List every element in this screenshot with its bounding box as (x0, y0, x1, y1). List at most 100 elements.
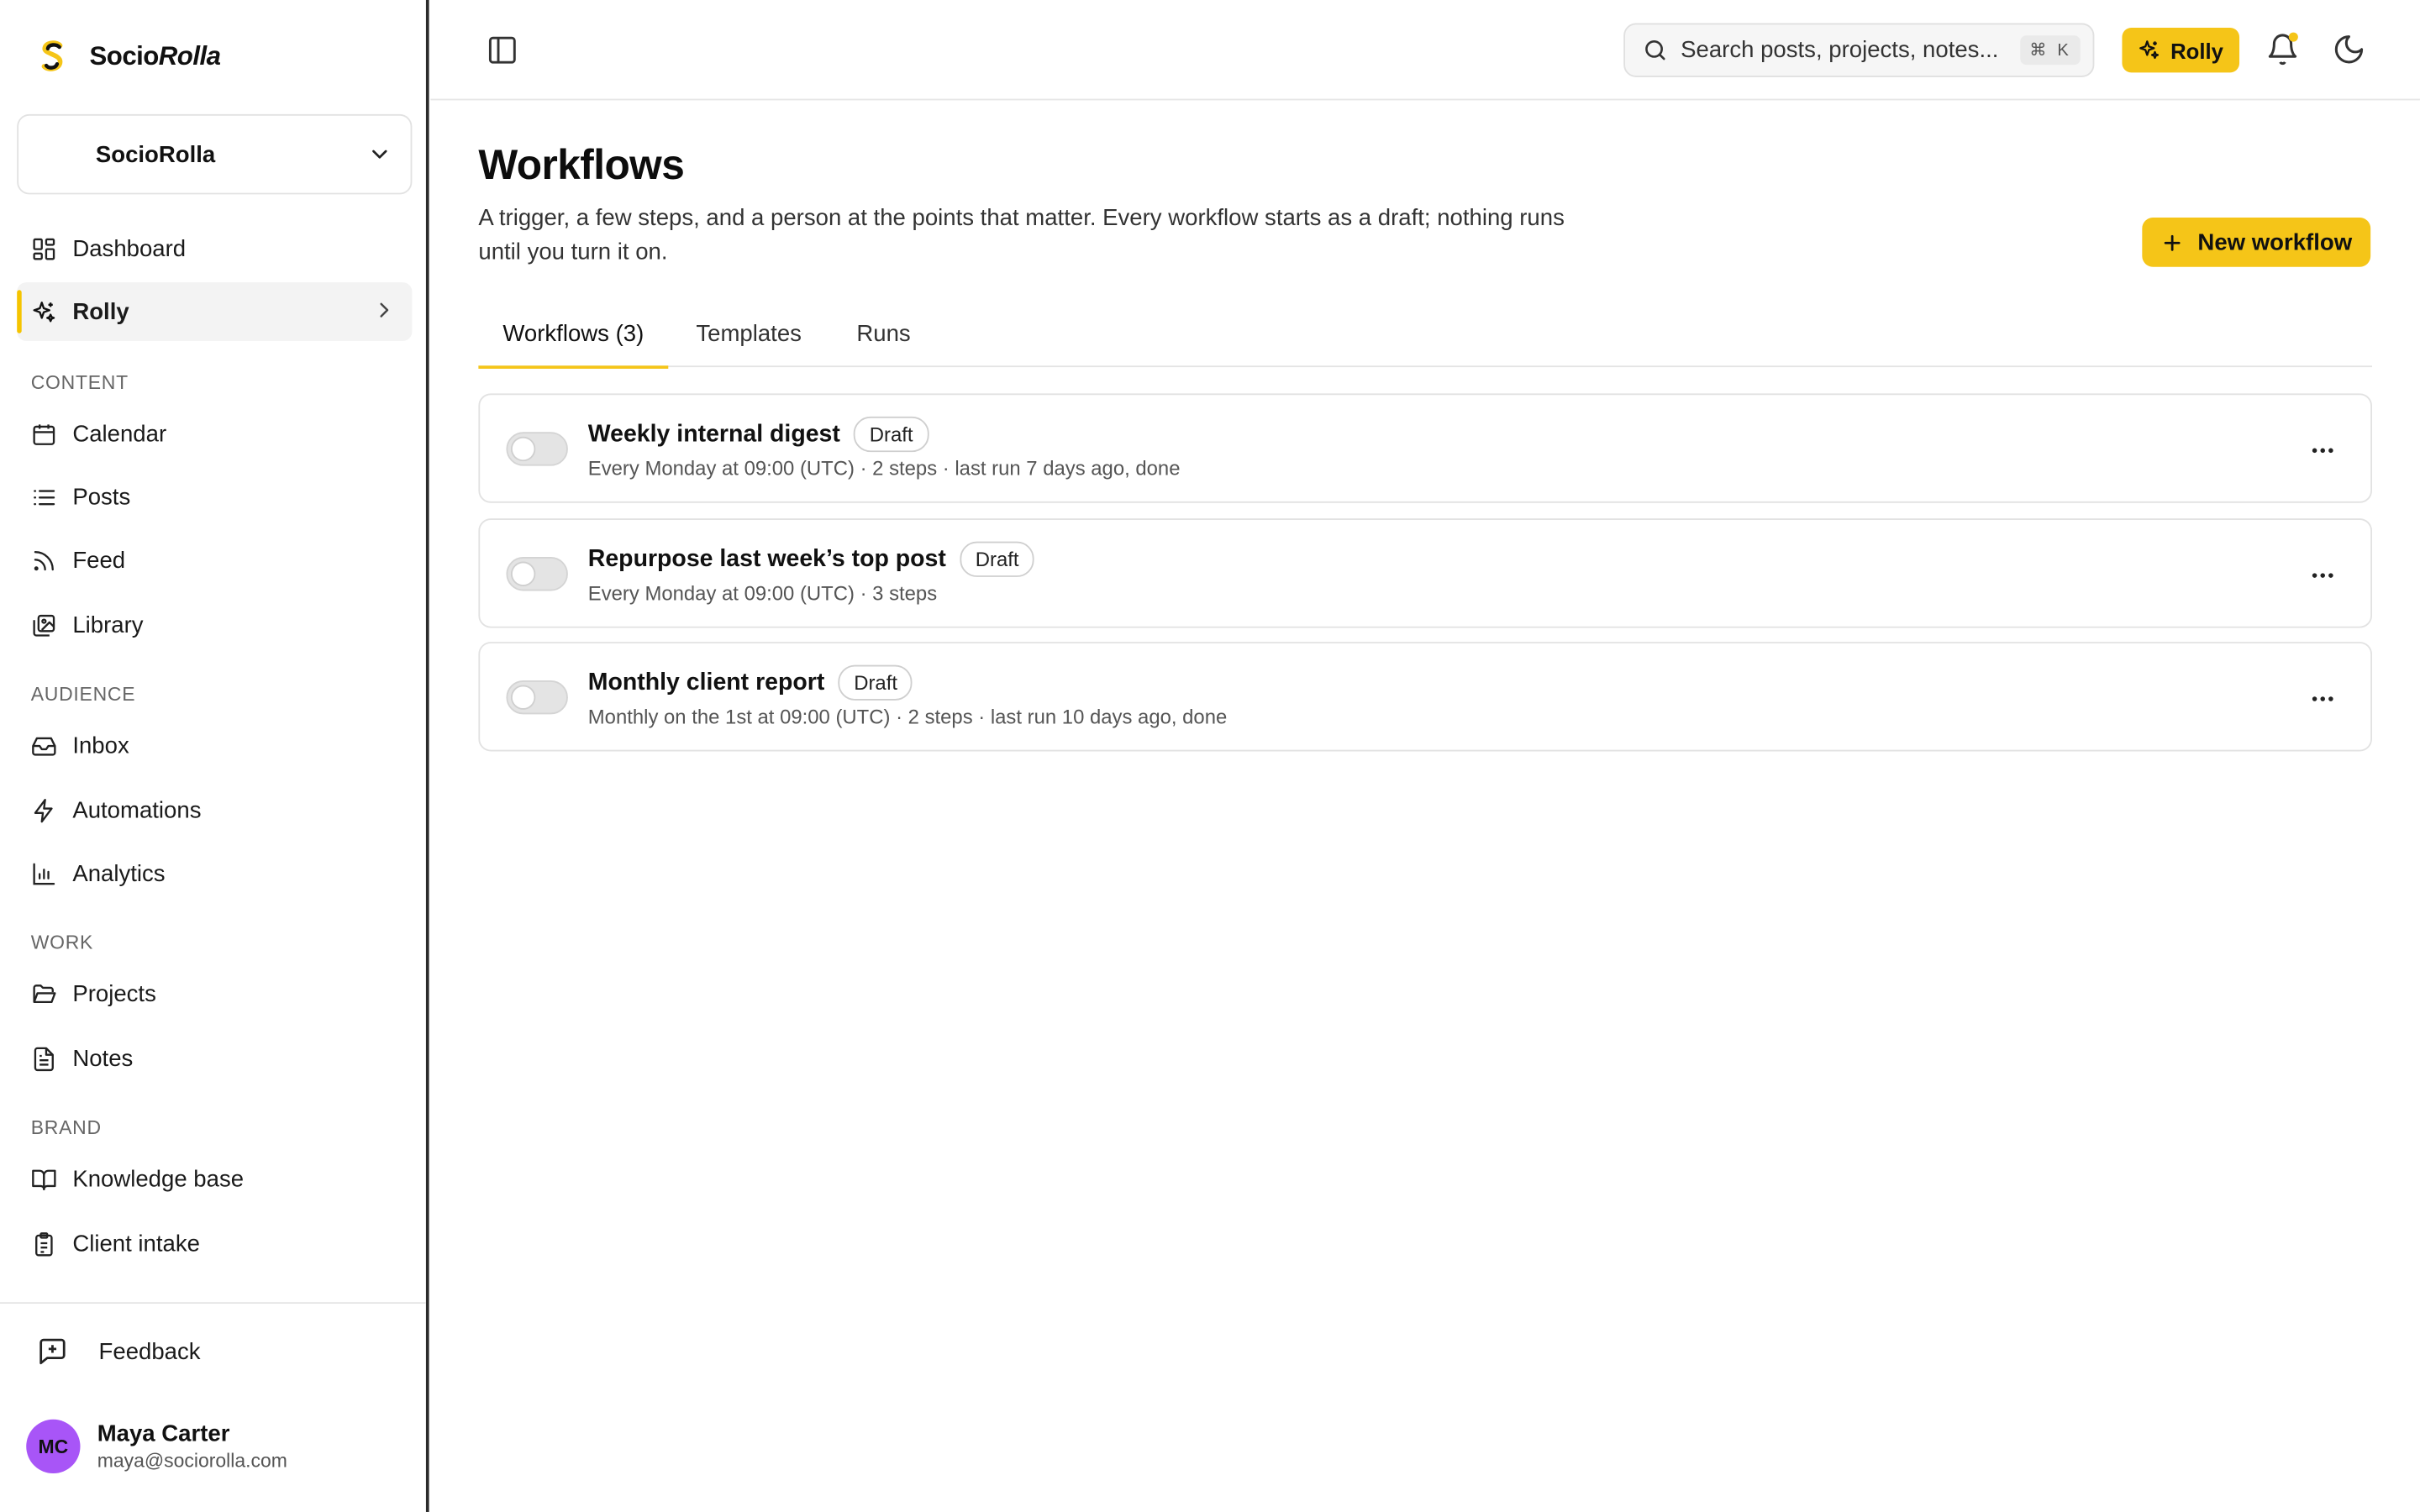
sidebar-toggle-icon[interactable] (487, 34, 519, 66)
status-badge: Draft (854, 416, 929, 453)
sidebar-item-label: Rolly (72, 298, 129, 325)
chevron-right-icon (380, 302, 389, 318)
section-label-audience: AUDIENCE (30, 683, 136, 706)
clipboard-icon (35, 1231, 53, 1256)
calendar-icon (33, 423, 55, 444)
workflow-toggle[interactable] (506, 432, 568, 466)
sidebar-item-calendar[interactable]: Calendar (17, 404, 412, 463)
workflow-card[interactable]: Monthly client report Draft Monthly on t… (478, 642, 2373, 752)
tabs: Workflows (3) Templates Runs (478, 302, 2373, 369)
new-workflow-button[interactable]: New workflow (2142, 217, 2371, 267)
book-open-icon (32, 1168, 56, 1190)
sidebar-item-analytics[interactable]: Analytics (17, 844, 412, 903)
more-horizontal-icon[interactable] (2309, 562, 2337, 590)
toggle-knob (512, 686, 534, 709)
sidebar-item-dashboard[interactable]: Dashboard (17, 219, 412, 278)
brand[interactable]: SocioRolla (34, 37, 221, 77)
sidebar-item-label: Posts (72, 483, 131, 511)
sidebar-item-label: Library (72, 612, 144, 638)
search-input[interactable] (1681, 37, 2008, 64)
rolly-button[interactable]: Rolly (2122, 28, 2240, 73)
sidebar-item-label: Dashboard (72, 235, 187, 262)
more-horizontal-icon[interactable] (2309, 437, 2337, 465)
plus-icon (2164, 234, 2181, 250)
workflow-name: Monthly client report (587, 669, 825, 696)
workflow-toggle[interactable] (506, 557, 568, 591)
section-label-work: WORK (30, 932, 94, 954)
sidebar-item-label: Feed (72, 547, 126, 574)
workspace-switcher[interactable]: SocioRolla (17, 113, 413, 195)
top-bar: ⌘ K Rolly (430, 0, 2420, 101)
rolly-button-label: Rolly (2170, 37, 2223, 63)
sidebar-item-inbox[interactable]: Inbox (17, 716, 412, 774)
tab-workflows[interactable]: Workflows (3) (478, 302, 669, 369)
sparkles-icon (33, 301, 55, 322)
workflow-name: Repurpose last week’s top post (587, 545, 946, 572)
sidebar-item-rolly[interactable]: Rolly (17, 282, 413, 341)
sidebar-item-client-intake[interactable]: Client intake (17, 1214, 412, 1273)
sparkles-icon (2139, 40, 2160, 60)
sidebar-item-label: Analytics (72, 859, 166, 887)
page-title: Workflows (478, 141, 685, 189)
dashboard-icon (33, 237, 55, 260)
workflow-card[interactable]: Weekly internal digest Draft Every Monda… (478, 393, 2373, 503)
workflow-meta: Monthly on the 1st at 09:00 (UTC) · 2 st… (587, 705, 1228, 728)
folder-open-icon (33, 984, 56, 1003)
workflow-meta: Every Monday at 09:00 (UTC) · 2 steps · … (587, 456, 1181, 480)
user-profile[interactable]: MC Maya Carter maya@sociorolla.com (26, 1419, 287, 1474)
section-label-brand: BRAND (30, 1116, 102, 1139)
sidebar-item-label: Inbox (72, 732, 129, 759)
sidebar-item-notes[interactable]: Notes (17, 1029, 412, 1088)
sidebar-divider (0, 1302, 426, 1305)
sidebar-item-feed[interactable]: Feed (17, 531, 412, 590)
search-bar[interactable]: ⌘ K (1623, 23, 2095, 77)
sidebar-item-label: Projects (72, 980, 156, 1007)
sidebar-item-label: Client intake (72, 1230, 200, 1257)
toggle-knob (512, 563, 534, 585)
lightning-icon (34, 798, 53, 822)
inbox-icon (32, 736, 56, 755)
images-icon (33, 613, 55, 636)
search-shortcut: ⌘ K (2020, 35, 2081, 66)
sidebar-item-library[interactable]: Library (17, 596, 412, 654)
feedback-label: Feedback (98, 1338, 201, 1365)
avatar: MC (26, 1419, 81, 1474)
sidebar-item-posts[interactable]: Posts (17, 468, 412, 527)
sidebar: SocioRolla SocioRolla Dashboard Rolly CO… (0, 0, 429, 1512)
brand-name: SocioRolla (89, 41, 221, 71)
feedback-button[interactable]: Feedback (37, 1336, 201, 1368)
sidebar-item-label: Automations (72, 796, 202, 823)
sociorolla-logo-icon (41, 40, 63, 71)
workspace-name: SocioRolla (95, 141, 216, 168)
sidebar-item-label: Knowledge base (72, 1165, 245, 1192)
status-badge: Draft (838, 664, 913, 701)
chevron-down-icon (372, 150, 387, 159)
sidebar-item-label: Notes (72, 1045, 134, 1072)
sidebar-item-automations[interactable]: Automations (17, 780, 412, 839)
workflow-card[interactable]: Repurpose last week’s top post Draft Eve… (478, 518, 2373, 628)
section-label-content: CONTENT (30, 371, 129, 394)
moon-icon[interactable] (2332, 33, 2365, 66)
status-badge: Draft (960, 541, 1034, 577)
tab-runs[interactable]: Runs (856, 302, 910, 365)
sidebar-item-label: Calendar (72, 420, 167, 447)
notification-dot (2288, 32, 2298, 42)
page-description: A trigger, a few steps, and a person at … (478, 205, 1565, 265)
workflow-toggle[interactable] (506, 680, 568, 715)
sidebar-item-projects[interactable]: Projects (17, 964, 412, 1023)
bar-chart-icon (33, 862, 55, 885)
list-icon (34, 489, 55, 505)
workflow-name: Weekly internal digest (587, 420, 840, 447)
workflow-meta: Every Monday at 09:00 (UTC) · 3 steps (587, 581, 938, 605)
new-workflow-label: New workflow (2197, 228, 2353, 255)
message-plus-icon (39, 1338, 66, 1365)
sidebar-item-knowledge-base[interactable]: Knowledge base (17, 1149, 412, 1208)
tab-templates[interactable]: Templates (696, 302, 802, 365)
file-text-icon (34, 1046, 54, 1071)
toggle-knob (512, 438, 534, 460)
rss-icon (34, 550, 54, 570)
user-name: Maya Carter (97, 1420, 230, 1447)
user-email: maya@sociorolla.com (97, 1450, 287, 1473)
more-horizontal-icon[interactable] (2309, 685, 2337, 712)
search-icon (1645, 39, 1665, 60)
